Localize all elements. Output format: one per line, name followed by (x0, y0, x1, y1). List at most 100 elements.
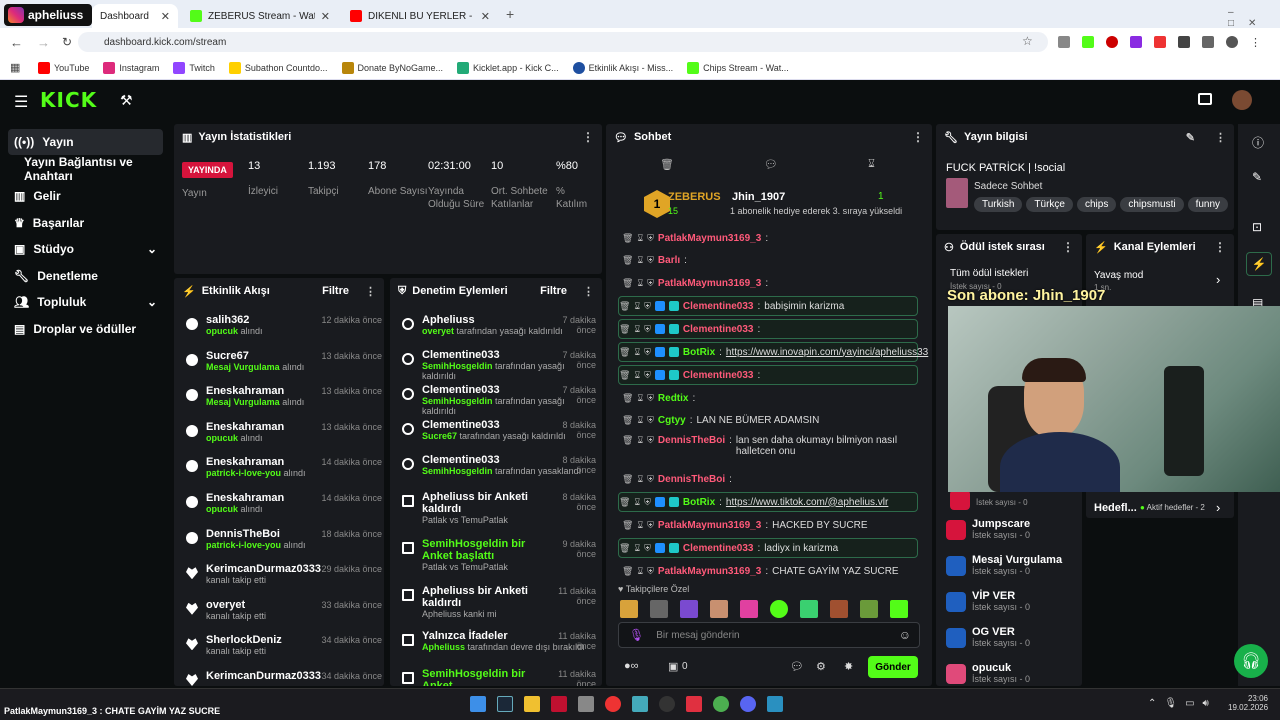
kick-logo[interactable]: KICK (40, 88, 97, 112)
item-title[interactable]: Apheliuss bir Anketi kaldırdı (422, 491, 552, 515)
emote-icon[interactable] (740, 600, 758, 618)
sidebar-item-gelir[interactable]: ▥ Gelir (8, 183, 163, 209)
chat-username[interactable]: BotRix (683, 347, 715, 358)
item-title[interactable]: Yalnızca İfadeler (422, 630, 552, 642)
chevron-right-icon[interactable]: › (1216, 272, 1220, 287)
hourglass-icon[interactable]: ⌛︎ (634, 324, 640, 335)
discord-icon[interactable] (740, 696, 756, 712)
trash-icon[interactable]: 🗑︎ (622, 393, 633, 404)
emote-icon[interactable] (860, 600, 878, 618)
close-icon[interactable]: ✕ (161, 10, 170, 23)
sidebar-item-stream-key[interactable]: Yayın Bağlantısı ve Anahtarı (8, 155, 173, 183)
reward-item[interactable]: VİP VER İstek sayısı - 0 (946, 590, 1076, 612)
tab-zeberus[interactable]: ZEBERUS Stream - Watch Live o ✕ (182, 4, 338, 28)
chat-username[interactable]: Clementine033 (683, 370, 754, 381)
bookmark-kicklet[interactable]: Kicklet.app - Kick C... (457, 61, 559, 74)
filter-button[interactable]: Filtre (322, 285, 349, 297)
extension-icon[interactable] (1130, 36, 1142, 48)
extension-icon[interactable] (1058, 36, 1070, 48)
chat-username[interactable]: Clementine033 (683, 301, 754, 312)
reward-item[interactable]: opucuk İstek sayısı - 0 (946, 662, 1076, 684)
bookmark-chips[interactable]: Chips Stream - Wat... (687, 61, 789, 74)
trash-icon[interactable]: 🗑︎ (622, 278, 633, 289)
trash-icon[interactable]: 🗑︎ (622, 566, 633, 577)
pinned-user[interactable]: ZEBERUS (668, 191, 721, 203)
puzzle-icon[interactable] (1178, 36, 1190, 48)
microphone-icon[interactable]: 🎙︎ (629, 628, 644, 642)
app-icon[interactable] (551, 696, 567, 712)
chevron-right-icon[interactable]: › (1216, 500, 1220, 515)
badge-icon[interactable]: ✸ (844, 660, 853, 673)
item-title[interactable]: SemihHosgeldin bir Anket (422, 668, 552, 686)
extension-icon[interactable] (1106, 36, 1118, 48)
chat-bubble-icon[interactable]: 💬︎ (790, 660, 804, 673)
trash-icon[interactable]: 🗑︎ (622, 474, 633, 485)
category-name[interactable]: Sadece Sohbet (974, 181, 1042, 192)
hourglass-icon[interactable]: ⌛︎ (634, 301, 640, 312)
bookmark-twitch[interactable]: Twitch (173, 61, 215, 74)
more-icon[interactable]: ⋮ (1062, 240, 1074, 254)
sidebar-item-basarilar[interactable]: ♛ Başarılar (8, 210, 163, 236)
sidebar-item-denetleme[interactable]: 🔧︎ Denetleme (8, 263, 163, 289)
chat-text[interactable]: https://www.tiktok.com/@aphelius.vlr (726, 497, 888, 508)
bookmark-donate[interactable]: Donate ByNoGame... (341, 61, 443, 74)
extension-icon[interactable] (1154, 36, 1166, 48)
more-icon[interactable]: ⋮ (365, 285, 376, 298)
item-title[interactable]: Clementine033 (422, 349, 552, 361)
chat-username[interactable]: Redtix (658, 393, 689, 404)
sidebar-item-studyo[interactable]: ▣ Stüdyo ⌄ (8, 236, 163, 262)
chrome-icon[interactable] (713, 696, 729, 712)
all-rewards-link[interactable]: Tüm ödül istekleri (950, 268, 1028, 279)
chrome-icon[interactable] (605, 696, 621, 712)
viewer-icon[interactable]: ●∞ (624, 660, 639, 672)
hamburger-menu-icon[interactable]: ☰ (14, 92, 28, 112)
filter-button[interactable]: Filtre (540, 285, 567, 297)
trash-icon[interactable]: 🗑︎ (619, 324, 630, 335)
trash-icon[interactable]: 🗑︎ (619, 301, 630, 312)
chat-username[interactable]: PatlakMaymun3169_3 (658, 278, 761, 289)
info-icon[interactable]: ⓘ (1252, 134, 1264, 151)
bookmark-instagram[interactable]: Instagram (103, 61, 159, 74)
trash-icon[interactable]: 🗑︎ (660, 158, 674, 171)
extension-icon[interactable] (1082, 36, 1094, 48)
close-icon[interactable]: ✕ (481, 10, 490, 23)
tag-chip[interactable]: Türkçe (1026, 197, 1073, 212)
app-icon[interactable] (578, 696, 594, 712)
trash-icon[interactable]: 🗑︎ (622, 233, 633, 244)
hourglass-icon[interactable]: ⌛︎ (637, 393, 643, 404)
tag-chip[interactable]: chips (1076, 197, 1117, 212)
more-icon[interactable]: ⋮ (1215, 131, 1226, 144)
tab-youtube[interactable]: DİKENLİ BU YERLER - YouTube ✕ (342, 4, 498, 28)
sidebar-item-topluluk[interactable]: 👥︎ Topluluk ⌄ (8, 289, 163, 315)
more-icon[interactable]: ⋮ (583, 285, 594, 298)
tab-dashboard[interactable]: Dashboard ✕ (92, 4, 178, 28)
more-icon[interactable]: ⋮ (1214, 240, 1226, 254)
hammer-icon[interactable]: ⚒ (120, 92, 133, 109)
item-title[interactable]: Apheliuss bir Anketi kaldırdı (422, 585, 552, 609)
reload-icon[interactable]: ↻ (62, 35, 72, 49)
steam-icon[interactable] (497, 696, 513, 712)
hourglass-icon[interactable]: ⌛︎ (868, 158, 875, 171)
slow-mode-label[interactable]: Yavaş mod (1094, 270, 1143, 281)
hourglass-icon[interactable]: ⌛︎ (637, 566, 643, 577)
chat-username[interactable]: Clementine033 (683, 324, 754, 335)
hourglass-icon[interactable]: ⌛︎ (634, 370, 640, 381)
more-icon[interactable]: ⋮ (1250, 36, 1261, 49)
app-icon[interactable] (767, 696, 783, 712)
more-icon[interactable]: ⋮ (912, 130, 924, 144)
trash-icon[interactable]: 🗑︎ (622, 415, 633, 426)
hourglass-icon[interactable]: ⌛︎ (637, 255, 643, 266)
start-icon[interactable] (470, 696, 486, 712)
tag-chip[interactable]: chipsmusti (1120, 197, 1184, 212)
chat-username[interactable]: PatlakMaymun3169_3 (658, 520, 761, 531)
chat-username[interactable]: Cgtyy (658, 415, 686, 426)
url-input[interactable]: dashboard.kick.com/stream (78, 32, 1048, 52)
trash-icon[interactable]: 🗑︎ (619, 497, 630, 508)
chat-bubble-icon[interactable]: 💬︎ (764, 158, 778, 171)
avatar[interactable] (1232, 90, 1252, 110)
emote-icon[interactable] (710, 600, 728, 618)
app-icon[interactable] (632, 696, 648, 712)
chat-username[interactable]: BotRix (683, 497, 715, 508)
chat-username[interactable]: DennisTheBoi (658, 435, 725, 446)
trash-icon[interactable]: 🗑︎ (619, 543, 630, 554)
